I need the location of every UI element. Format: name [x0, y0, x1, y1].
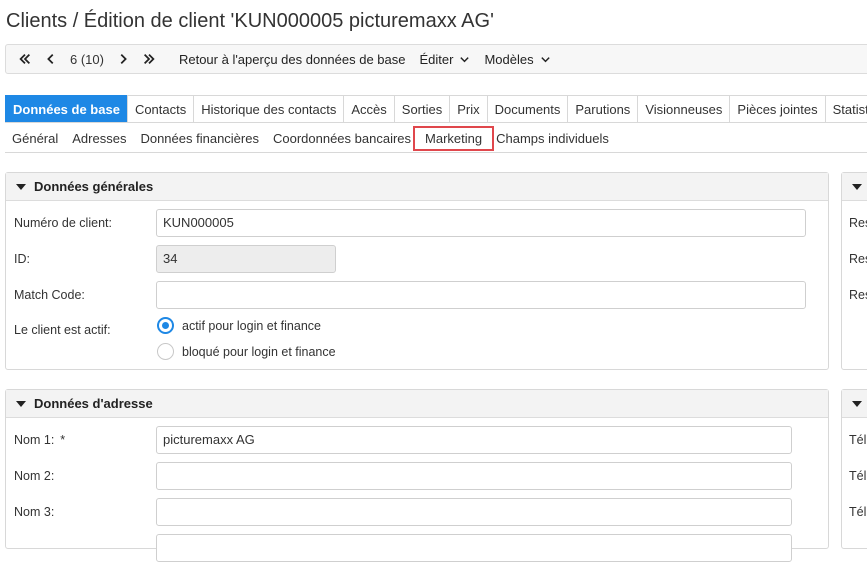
tab-viewers[interactable]: Visionneuses [637, 95, 731, 122]
double-chevron-left-icon [19, 54, 30, 64]
client-number-input[interactable]: KUN000005 [156, 209, 806, 237]
radio-blocked[interactable]: bloqué pour login et finance [157, 343, 336, 360]
address-data-header[interactable]: Données d'adresse [6, 390, 828, 418]
chevron-down-icon [540, 56, 550, 62]
general-data-title: Données générales [34, 179, 154, 194]
radio-checked-icon [157, 317, 174, 334]
name1-label-row: Nom 1: * [14, 433, 65, 447]
tab-outputs[interactable]: Sorties [393, 95, 451, 122]
right-panel-top [841, 172, 867, 370]
match-code-label: Match Code: [14, 288, 85, 302]
templates-menu-label: Modèles [484, 51, 534, 67]
first-record-button[interactable] [12, 45, 38, 73]
name2-input[interactable] [156, 462, 792, 490]
client-number-label: Numéro de client: [14, 216, 112, 230]
right-label-4: Tél [849, 433, 867, 447]
tab-documents[interactable]: Documents [486, 95, 569, 122]
caret-down-icon [852, 183, 862, 190]
chevron-down-icon [460, 56, 470, 62]
tab-prices[interactable]: Prix [449, 95, 488, 122]
edit-menu-label: Éditer [419, 51, 454, 67]
tab-contact-history[interactable]: Historique des contacts [193, 95, 345, 122]
radio-blocked-label: bloqué pour login et finance [182, 344, 336, 359]
right-label-2: Res [849, 252, 867, 266]
name1-input[interactable]: picturemaxx AG [156, 426, 792, 454]
right-label-1: Res [849, 216, 867, 230]
tab-contacts[interactable]: Contacts [126, 95, 195, 122]
edit-menu-button[interactable]: Éditer [413, 45, 478, 73]
name3-input[interactable] [156, 498, 792, 526]
page-title: Clients / Édition de client 'KUN000005 p… [6, 10, 494, 32]
last-record-button[interactable] [136, 45, 162, 73]
sub-tabs: Général Adresses Données financières Coo… [5, 124, 867, 153]
subtab-general[interactable]: Général [5, 131, 65, 146]
previous-record-button[interactable] [38, 45, 64, 73]
subtab-custom-fields[interactable]: Champs individuels [489, 131, 616, 146]
required-marker: * [60, 433, 66, 447]
subtab-financial-data[interactable]: Données financières [133, 131, 266, 146]
radio-unchecked-icon [157, 343, 174, 360]
general-data-panel: Données générales Numéro de client: KUN0… [5, 172, 829, 370]
subtab-marketing[interactable]: Marketing [413, 125, 495, 151]
right-panel-top-header[interactable] [842, 173, 867, 201]
right-label-6: Tél [849, 505, 867, 519]
right-label-5: Tél [849, 469, 867, 483]
name4-input[interactable] [156, 534, 792, 562]
next-record-button[interactable] [110, 45, 136, 73]
address-data-panel: Données d'adresse Nom 1: * picturemaxx AG… [5, 389, 829, 562]
address-data-title: Données d'adresse [34, 396, 153, 411]
caret-down-icon [16, 183, 26, 190]
tab-publications[interactable]: Parutions [567, 95, 639, 122]
match-code-input[interactable] [156, 281, 806, 309]
back-to-overview-label: Retour à l'aperçu des données de base [178, 51, 406, 67]
main-tabs: Données de base Contacts Historique des … [5, 95, 867, 123]
tab-statistics[interactable]: Statistiques [824, 95, 867, 122]
right-panel-bottom-header[interactable] [842, 390, 867, 418]
record-position: 6 (10) [70, 51, 104, 67]
tab-access[interactable]: Accès [343, 95, 395, 122]
radio-active-label: actif pour login et finance [182, 318, 321, 333]
double-chevron-right-icon [143, 54, 155, 64]
subtab-addresses[interactable]: Adresses [65, 131, 133, 146]
client-active-label: Le client est actif: [14, 323, 111, 337]
chevron-left-icon [47, 54, 54, 64]
tab-basic-data[interactable]: Données de base [5, 95, 128, 122]
right-label-3: Res [849, 288, 867, 302]
tab-attachments[interactable]: Pièces jointes [729, 95, 826, 122]
name3-label: Nom 3: [14, 505, 55, 519]
caret-down-icon [16, 400, 26, 407]
templates-menu-button[interactable]: Modèles [477, 45, 557, 73]
record-toolbar: 6 (10) Retour à l'aperçu des données de … [5, 44, 867, 74]
back-to-overview-button[interactable]: Retour à l'aperçu des données de base [172, 45, 413, 73]
id-field: 34 [156, 245, 336, 273]
id-label: ID: [14, 252, 30, 266]
subtab-bank-details[interactable]: Coordonnées bancaires [266, 131, 418, 146]
radio-active[interactable]: actif pour login et finance [157, 317, 321, 334]
caret-down-icon [852, 400, 862, 407]
name1-label: Nom 1: [14, 433, 55, 447]
name2-label: Nom 2: [14, 469, 55, 483]
chevron-right-icon [120, 54, 127, 64]
general-data-header[interactable]: Données générales [6, 173, 828, 201]
